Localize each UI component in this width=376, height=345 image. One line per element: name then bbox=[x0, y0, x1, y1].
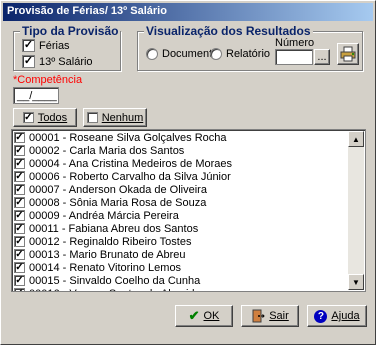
sair-button[interactable]: Sair bbox=[241, 305, 299, 327]
ok-label: OK bbox=[203, 310, 220, 322]
employee-label: 00009 - Andréa Márcia Pereira bbox=[29, 209, 179, 222]
checkbox-check-icon[interactable]: ✓ bbox=[14, 223, 25, 234]
checkbox-check-icon[interactable]: ✓ bbox=[14, 236, 25, 247]
documento-radio[interactable]: Documento bbox=[146, 48, 218, 60]
checkbox-check-icon[interactable]: ✓ bbox=[14, 145, 25, 156]
todos-label: Todos bbox=[37, 111, 68, 124]
employee-label: 00012 - Reginaldo Ribeiro Tostes bbox=[29, 235, 192, 248]
visualizacao-title: Visualização dos Resultados bbox=[144, 24, 313, 38]
competencia-input[interactable]: __/____ bbox=[13, 87, 59, 104]
list-item[interactable]: ✓ 00004 - Ana Cristina Medeiros de Moraes bbox=[12, 157, 365, 170]
printer-icon bbox=[340, 46, 356, 62]
visualizacao-group: Visualização dos Resultados Documento Re… bbox=[137, 24, 363, 71]
vertical-scrollbar[interactable]: ▲ ▼ bbox=[348, 131, 364, 290]
checkbox-check-icon[interactable]: ✓ bbox=[14, 171, 25, 182]
decimo-terceiro-label: 13º Salário bbox=[39, 55, 93, 68]
checkbox-check-icon[interactable]: ✓ bbox=[14, 288, 25, 291]
list-item[interactable]: ✓ 00015 - Sinvaldo Coelho da Cunha bbox=[12, 274, 365, 287]
print-button[interactable] bbox=[337, 43, 359, 65]
employee-label: 00006 - Roberto Carvalho da Silva Júnior bbox=[29, 170, 231, 183]
employee-label: 00008 - Sônia Maria Rosa de Souza bbox=[29, 196, 207, 209]
checkbox-check-icon: ✓ bbox=[22, 112, 34, 123]
checkbox-check-icon: ✓ bbox=[22, 39, 35, 52]
employee-label: 00016 - Vanusa Santos de Almeida bbox=[29, 288, 201, 292]
employee-label: 00002 - Carla Maria dos Santos bbox=[29, 144, 185, 157]
window-title: Provisão de Férias/ 13º Salário bbox=[7, 5, 167, 17]
employee-label: 00015 - Sinvaldo Coelho da Cunha bbox=[29, 274, 201, 287]
relatorio-label: Relatório bbox=[226, 48, 271, 60]
checkbox-check-icon[interactable]: ✓ bbox=[14, 197, 25, 208]
competencia-label: *Competência bbox=[13, 74, 83, 86]
list-item[interactable]: ✓ 00006 - Roberto Carvalho da Silva Júnio… bbox=[12, 170, 365, 183]
numero-browse-button[interactable]: ... bbox=[314, 49, 330, 65]
list-item[interactable]: ✓ 00013 - Mario Brunato de Abreu bbox=[12, 248, 365, 261]
list-item[interactable]: ✓ 00012 - Reginaldo Ribeiro Tostes bbox=[12, 235, 365, 248]
ferias-checkbox[interactable]: ✓ Férias bbox=[22, 39, 70, 52]
checkbox-check-icon[interactable]: ✓ bbox=[14, 275, 25, 286]
list-item[interactable]: ✓ 00001 - Roseane Silva Golçalves Rocha bbox=[12, 131, 365, 144]
browse-label: ... bbox=[317, 51, 327, 63]
list-item[interactable]: ✓ 00002 - Carla Maria dos Santos bbox=[12, 144, 365, 157]
relatorio-radio[interactable]: Relatório bbox=[210, 48, 270, 60]
list-item[interactable]: ✓ 00007 - Anderson Okada de Oliveira bbox=[12, 183, 365, 196]
exit-door-icon bbox=[252, 309, 265, 323]
radio-icon bbox=[210, 48, 222, 60]
numero-input[interactable] bbox=[275, 49, 313, 65]
numero-label: Número bbox=[275, 37, 315, 49]
ferias-label: Férias bbox=[39, 39, 70, 52]
list-item[interactable]: ✓ 00009 - Andréa Márcia Pereira bbox=[12, 209, 365, 222]
checkbox-check-icon[interactable]: ✓ bbox=[14, 210, 25, 221]
decimo-terceiro-checkbox[interactable]: ✓ 13º Salário bbox=[22, 55, 93, 68]
list-item[interactable]: ✓ 00011 - Fabiana Abreu dos Santos bbox=[12, 222, 365, 235]
employee-label: 00014 - Renato Vitorino Lemos bbox=[29, 261, 182, 274]
help-icon: ? bbox=[314, 309, 328, 323]
employee-label: 00011 - Fabiana Abreu dos Santos bbox=[29, 222, 199, 235]
tipo-provisao-group: Tipo da Provisão ✓ Férias ✓ 13º Salário bbox=[13, 24, 121, 71]
nenhum-label: Nenhum bbox=[101, 111, 144, 124]
checkmark-icon: ✔ bbox=[188, 308, 200, 323]
employee-list[interactable]: ✓ 00001 - Roseane Silva Golçalves Rocha ✓ 0… bbox=[11, 129, 366, 292]
list-item[interactable]: ✓ 00016 - Vanusa Santos de Almeida bbox=[12, 287, 365, 292]
checkbox-check-icon[interactable]: ✓ bbox=[14, 184, 25, 195]
scroll-down-button[interactable]: ▼ bbox=[348, 274, 364, 290]
title-bar: Provisão de Férias/ 13º Salário bbox=[3, 3, 373, 21]
checkbox-check-icon[interactable]: ✓ bbox=[14, 249, 25, 260]
competencia-value: __/____ bbox=[17, 90, 57, 102]
window: Provisão de Férias/ 13º Salário Tipo da … bbox=[0, 0, 376, 345]
scroll-up-button[interactable]: ▲ bbox=[348, 131, 364, 147]
employee-label: 00013 - Mario Brunato de Abreu bbox=[29, 248, 186, 261]
empty-checkbox-icon bbox=[86, 112, 98, 123]
radio-icon bbox=[146, 48, 158, 60]
footer-bar: ✔ OK Sair ? Ajuda bbox=[3, 301, 373, 343]
nenhum-button[interactable]: Nenhum bbox=[83, 108, 147, 127]
employee-label: 00007 - Anderson Okada de Oliveira bbox=[29, 183, 207, 196]
employee-label: 00001 - Roseane Silva Golçalves Rocha bbox=[29, 131, 227, 144]
tipo-provisao-title: Tipo da Provisão bbox=[20, 24, 121, 38]
checkbox-check-icon[interactable]: ✓ bbox=[14, 132, 25, 143]
todos-button[interactable]: ✓ Todos bbox=[13, 108, 77, 127]
ajuda-label: Ajuda bbox=[331, 310, 360, 322]
sair-label: Sair bbox=[269, 310, 289, 322]
ajuda-button[interactable]: ? Ajuda bbox=[307, 305, 367, 327]
list-item[interactable]: ✓ 00014 - Renato Vitorino Lemos bbox=[12, 261, 365, 274]
checkbox-check-icon[interactable]: ✓ bbox=[14, 158, 25, 169]
employee-label: 00004 - Ana Cristina Medeiros de Moraes bbox=[29, 157, 232, 170]
checkbox-check-icon[interactable]: ✓ bbox=[14, 262, 25, 273]
list-item[interactable]: ✓ 00008 - Sônia Maria Rosa de Souza bbox=[12, 196, 365, 209]
ok-button[interactable]: ✔ OK bbox=[175, 305, 233, 327]
checkbox-check-icon: ✓ bbox=[22, 55, 35, 68]
